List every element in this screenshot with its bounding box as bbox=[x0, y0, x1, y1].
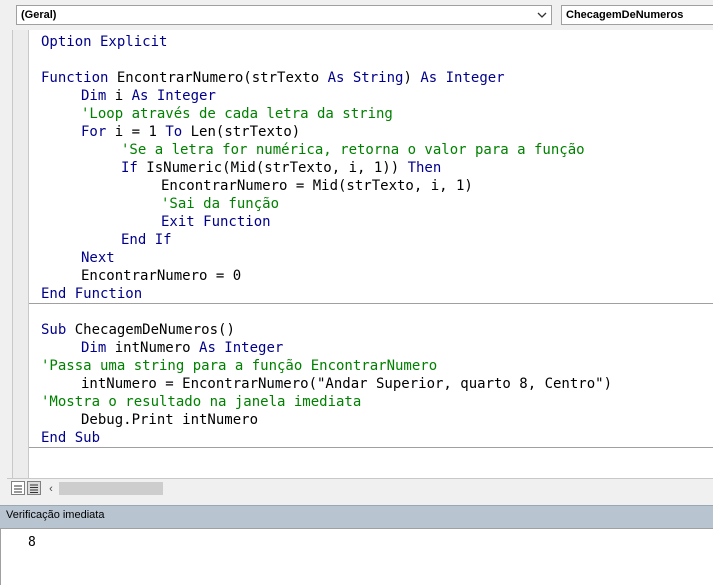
code-keyword: Sub bbox=[41, 322, 67, 338]
code-keyword: Dim bbox=[81, 88, 107, 104]
code-keyword: Exit Function bbox=[161, 214, 271, 230]
procedure-combo-value: ChecagemDeNumeros bbox=[566, 9, 684, 21]
code-line: Dim intNumero As Integer bbox=[81, 339, 283, 357]
code-line: End Sub bbox=[41, 429, 100, 447]
procedure-separator bbox=[29, 303, 713, 304]
code-line: Debug.Print intNumero bbox=[81, 411, 258, 429]
code-comment: 'Mostra o resultado na janela imediata bbox=[41, 394, 362, 410]
code-line: For i = 1 To Len(strTexto) bbox=[81, 123, 300, 141]
immediate-window-title: Verificação imediata bbox=[6, 509, 105, 521]
code-line: intNumero = EncontrarNumero("Andar Super… bbox=[81, 375, 612, 393]
code-text: ChecagemDeNumeros() bbox=[66, 322, 235, 338]
code-text: i = 1 bbox=[106, 124, 166, 140]
code-text: intNumero bbox=[106, 340, 200, 356]
object-combo[interactable]: (Geral) bbox=[16, 5, 552, 25]
code-keyword: Option Explicit bbox=[41, 34, 168, 50]
code-line: Exit Function bbox=[161, 213, 271, 231]
code-line: End Function bbox=[41, 285, 142, 303]
full-module-view-icon bbox=[30, 484, 38, 493]
object-combo-value: (Geral) bbox=[21, 9, 57, 21]
immediate-output: 8 bbox=[28, 535, 36, 550]
procedure-combo[interactable]: ChecagemDeNumeros bbox=[561, 5, 713, 25]
code-line: Function EncontrarNumero(strTexto As Str… bbox=[41, 69, 505, 87]
code-keyword: As Integer bbox=[420, 70, 505, 86]
code-keyword: End If bbox=[121, 232, 172, 248]
chevron-down-icon[interactable] bbox=[535, 7, 549, 23]
code-text: EncontrarNumero = 0 bbox=[81, 268, 242, 284]
code-keyword: As String bbox=[327, 70, 404, 86]
code-line: EncontrarNumero = 0 bbox=[81, 267, 241, 285]
code-keyword: Then bbox=[407, 160, 442, 176]
code-text: EncontrarNumero(strTexto bbox=[108, 70, 328, 86]
procedure-view-icon bbox=[14, 485, 22, 493]
code-line: If IsNumeric(Mid(strTexto, i, 1)) Then bbox=[121, 159, 441, 177]
code-line: Sub ChecagemDeNumeros() bbox=[41, 321, 235, 339]
code-keyword: Next bbox=[81, 250, 115, 266]
code-comment: 'Se a letra for numérica, retorna o valo… bbox=[121, 142, 585, 158]
code-comment: 'Passa uma string para a função Encontra… bbox=[41, 358, 438, 374]
code-editor[interactable]: Option Explicit Function EncontrarNumero… bbox=[7, 30, 713, 478]
code-keyword: End Sub bbox=[41, 430, 101, 446]
code-text: i bbox=[106, 88, 132, 104]
immediate-window[interactable]: 8 bbox=[0, 528, 713, 585]
code-keyword: End Function bbox=[41, 286, 143, 302]
code-keyword: Dim bbox=[81, 340, 107, 356]
code-keyword: If bbox=[121, 160, 138, 176]
code-pane[interactable]: Option Explicit Function EncontrarNumero… bbox=[29, 30, 713, 478]
procedure-separator bbox=[29, 447, 713, 448]
code-keyword: As Integer bbox=[199, 340, 284, 356]
code-line: Next bbox=[81, 249, 115, 267]
procedure-view-button[interactable] bbox=[11, 481, 25, 495]
code-comment: 'Sai da função bbox=[161, 196, 280, 212]
code-text: ) bbox=[403, 70, 421, 86]
editor-bottom-bar: ‹ bbox=[7, 478, 713, 499]
full-module-view-button[interactable] bbox=[27, 481, 41, 495]
immediate-window-titlebar: Verificação imediata bbox=[0, 505, 713, 528]
code-keyword: Function bbox=[41, 70, 109, 86]
code-text: Debug.Print intNumero bbox=[81, 412, 259, 428]
code-line: Option Explicit bbox=[41, 33, 167, 51]
margin-indicator-bar[interactable] bbox=[13, 30, 29, 478]
code-text: IsNumeric(Mid(strTexto, i, 1)) bbox=[137, 160, 408, 176]
code-keyword: To bbox=[165, 124, 183, 140]
horizontal-scrollbar-thumb[interactable] bbox=[59, 482, 163, 495]
immediate-window-border bbox=[0, 529, 1, 585]
code-line: Dim i As Integer bbox=[81, 87, 216, 105]
code-text: Len(strTexto) bbox=[182, 124, 301, 140]
code-keyword: For bbox=[81, 124, 107, 140]
code-comment: 'Loop através de cada letra da string bbox=[81, 106, 393, 122]
code-line: EncontrarNumero = Mid(strTexto, i, 1) bbox=[161, 177, 473, 195]
scroll-left-arrow-icon[interactable]: ‹ bbox=[45, 482, 57, 496]
code-text: intNumero = EncontrarNumero("Andar Super… bbox=[81, 376, 613, 392]
code-window-toolbar: (Geral) ChecagemDeNumeros bbox=[0, 0, 713, 30]
code-line: End If bbox=[121, 231, 172, 249]
code-keyword: As Integer bbox=[131, 88, 216, 104]
code-text: EncontrarNumero = Mid(strTexto, i, 1) bbox=[161, 178, 473, 194]
